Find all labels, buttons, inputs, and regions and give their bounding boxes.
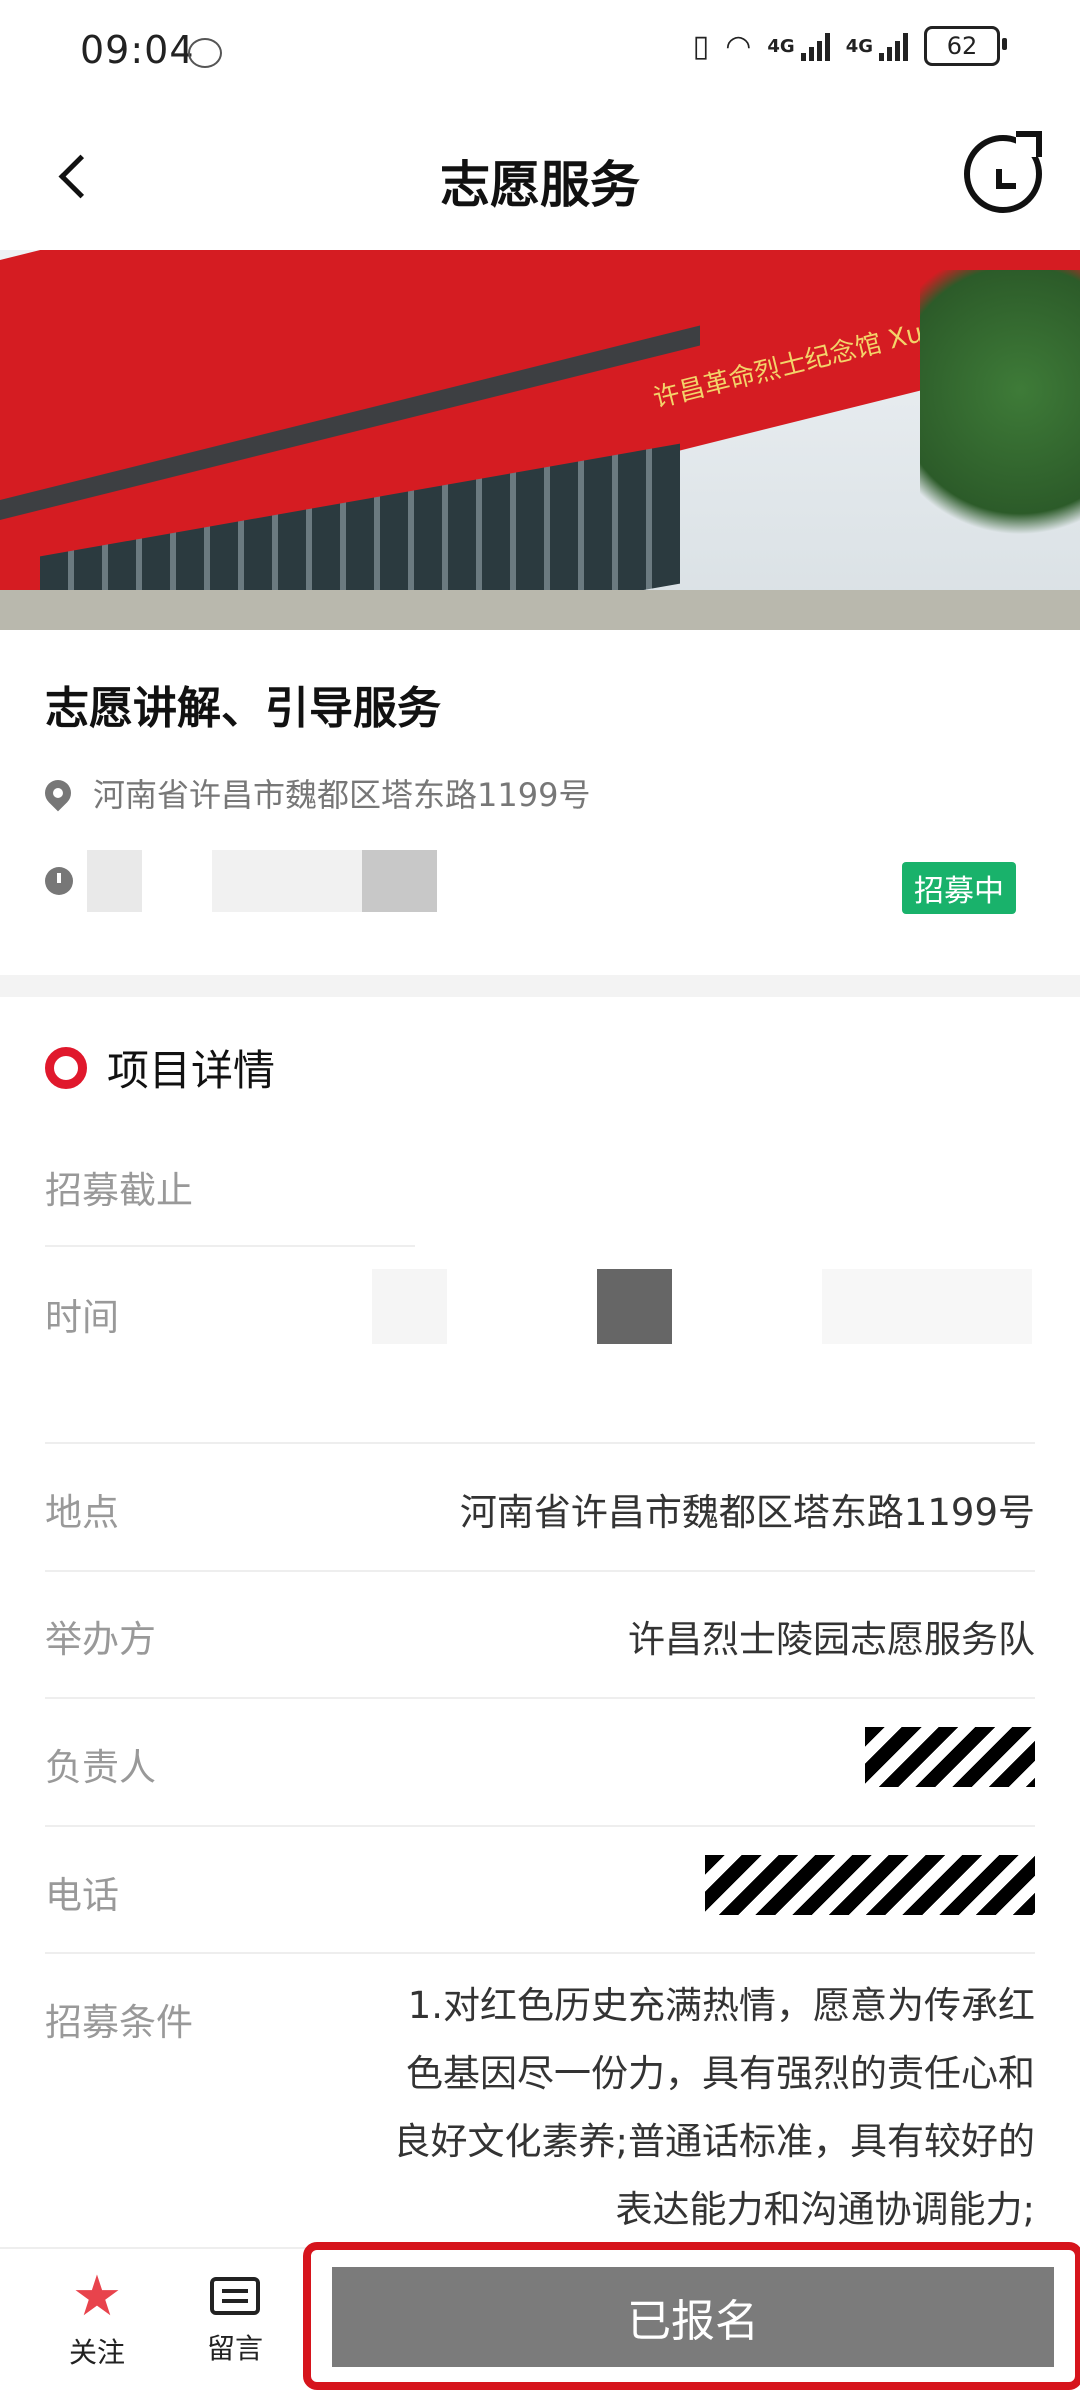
status-time: 09:04	[80, 28, 195, 72]
location-row: 河南省许昌市魏都区塔东路1199号	[39, 770, 591, 816]
detail-label: 地点	[45, 1491, 119, 1534]
status-icons: ▯ ◠ 4G 4G 62	[692, 26, 1007, 66]
redacted-contact-person	[865, 1727, 1035, 1787]
redacted-phone	[705, 1855, 1035, 1915]
signal-icon-2	[879, 31, 908, 61]
message-icon	[210, 2277, 260, 2315]
page-title: 志愿服务	[440, 156, 640, 214]
redacted-time	[87, 850, 142, 912]
redacted-time-value	[597, 1269, 672, 1344]
detail-label: 举办方	[45, 1618, 156, 1661]
status-bar: 09:04 ▯ ◠ 4G 4G 62	[0, 0, 1080, 105]
clock-icon	[45, 867, 73, 895]
project-details: 项目详情 招募截止 时间 地点 河南省许昌市魏都区塔东路1199号 举办方 许昌…	[0, 997, 1080, 2247]
requirements-text: 1.对红色历史充满热情，愿意为传承红色基因尽一份力，具有强烈的责任心和良好文化素…	[393, 1984, 1035, 2231]
status-badge: 招募中	[902, 862, 1016, 914]
detail-label: 电话	[45, 1874, 119, 1917]
battery-icon: 62	[924, 26, 1007, 66]
vibrate-icon: ▯	[692, 28, 710, 64]
network-label-2: 4G	[845, 35, 873, 57]
refresh-icon	[996, 169, 1016, 189]
section-dot-icon	[45, 1046, 87, 1089]
activity-info-card: 志愿讲解、引导服务 河南省许昌市魏都区塔东路1199号 招募中	[0, 630, 1080, 975]
follow-button[interactable]: ★ 关注	[42, 2269, 152, 2371]
message-label: 留言	[206, 2332, 263, 2365]
signup-button[interactable]: 已报名	[332, 2267, 1054, 2367]
network-label-1: 4G	[767, 35, 795, 57]
signal-icon-1	[800, 31, 830, 61]
detail-label: 负责人	[45, 1746, 156, 1789]
detail-label: 时间	[45, 1296, 119, 1339]
wifi-icon: ◠	[725, 28, 752, 64]
notification-icon	[188, 38, 222, 68]
detail-value: 河南省许昌市魏都区塔东路1199号	[459, 1491, 1035, 1534]
follow-label: 关注	[68, 2336, 125, 2369]
location-pin-icon	[39, 774, 77, 812]
detail-value: 许昌烈士陵园志愿服务队	[628, 1618, 1035, 1661]
section-header: 项目详情	[45, 1037, 275, 1098]
location-text: 河南省许昌市魏都区塔东路1199号	[93, 776, 591, 814]
message-button[interactable]: 留言	[180, 2269, 290, 2367]
tree	[920, 270, 1080, 570]
section-title: 项目详情	[107, 1046, 276, 1095]
detail-label: 招募截止	[45, 1169, 193, 1212]
star-icon: ★	[71, 2264, 123, 2329]
time-row	[45, 850, 437, 912]
detail-label: 招募条件	[45, 2001, 193, 2044]
hero-image: 许昌革命烈士纪念馆 Xuchang Revolutionary Martyrs …	[0, 250, 1080, 630]
refresh-button[interactable]	[964, 131, 1042, 213]
app-header: 志愿服务	[0, 105, 1080, 250]
activity-title: 志愿讲解、引导服务	[45, 683, 441, 734]
section-gap	[0, 975, 1080, 997]
